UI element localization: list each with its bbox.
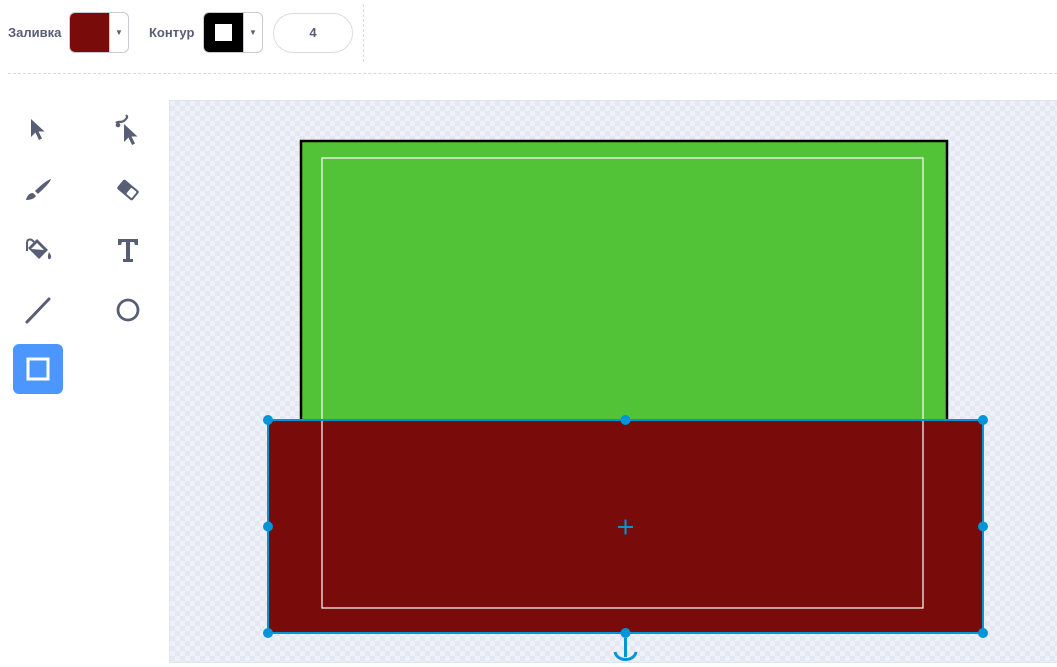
fill-label: Заливка <box>8 25 62 40</box>
text-icon <box>118 239 138 262</box>
fill-color-swatch <box>70 13 109 52</box>
eraser-tool[interactable] <box>103 165 153 215</box>
rectangle-icon <box>26 357 50 381</box>
select-tool[interactable] <box>13 105 63 155</box>
toolbar: Заливка ▼ Контур ▼ 4 <box>0 0 1057 74</box>
line-tool[interactable] <box>13 285 63 335</box>
toolbar-divider <box>363 4 364 62</box>
rectangle-tool[interactable] <box>13 344 63 394</box>
eraser-icon <box>117 179 139 201</box>
paint-bucket-icon <box>26 238 52 260</box>
resize-handle[interactable] <box>620 415 631 425</box>
tool-palette <box>0 100 165 667</box>
line-icon <box>25 297 51 324</box>
outline-color-swatch <box>204 13 243 52</box>
resize-handle[interactable] <box>978 415 988 425</box>
resize-handle[interactable] <box>978 628 988 638</box>
reshape-pointer-icon <box>115 114 138 145</box>
rotate-handle-icon[interactable] <box>613 638 638 661</box>
fill-color-picker[interactable]: ▼ <box>69 12 129 53</box>
paint-canvas[interactable] <box>169 100 1057 663</box>
text-tool[interactable] <box>103 225 153 275</box>
outline-label: Контур <box>149 25 195 40</box>
outline-color-picker[interactable]: ▼ <box>203 12 263 53</box>
outline-width-input[interactable]: 4 <box>273 13 353 53</box>
resize-handle[interactable] <box>978 521 988 532</box>
brush-tool[interactable] <box>13 165 63 215</box>
chevron-down-icon: ▼ <box>243 13 262 52</box>
chevron-down-icon: ▼ <box>109 13 128 52</box>
fill-tool[interactable] <box>13 225 63 275</box>
circle-icon <box>116 298 140 322</box>
brush-icon <box>26 179 51 200</box>
resize-handle[interactable] <box>263 628 273 638</box>
resize-handle[interactable] <box>263 521 273 532</box>
circle-tool[interactable] <box>103 285 153 335</box>
arrow-pointer-icon <box>31 119 45 140</box>
toolbar-bottom-divider <box>8 73 1057 74</box>
resize-handle[interactable] <box>263 415 273 425</box>
canvas-drawing <box>263 139 988 661</box>
resize-handle[interactable] <box>620 628 631 638</box>
reshape-tool[interactable] <box>103 105 153 155</box>
